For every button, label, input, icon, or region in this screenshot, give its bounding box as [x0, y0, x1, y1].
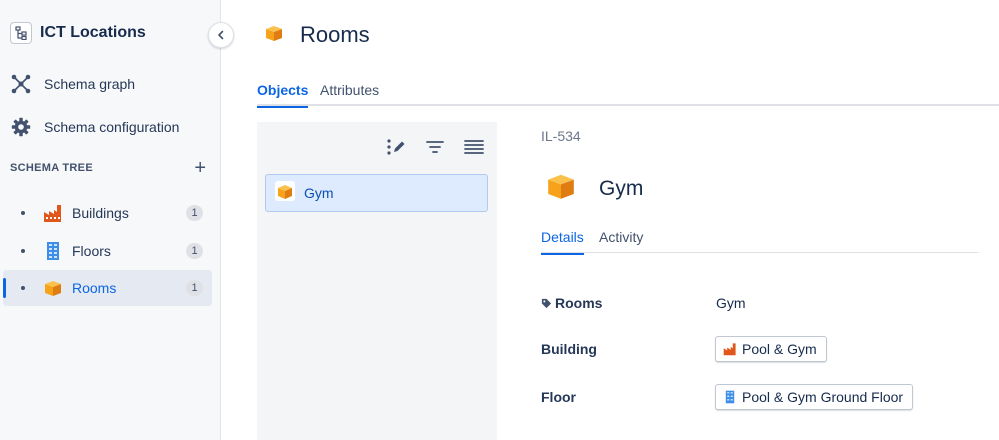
list-item[interactable]: Gym — [265, 174, 488, 212]
nav-label: Schema configuration — [44, 119, 180, 135]
page-title-text: Rooms — [300, 22, 370, 47]
tree-bullet — [21, 249, 25, 253]
nav-schema-configuration[interactable]: Schema configuration — [0, 109, 221, 145]
tab-details[interactable]: Details — [541, 229, 584, 255]
object-name: Gym — [599, 176, 644, 200]
object-list-panel: Gym — [257, 122, 497, 440]
schema-tree-header: SCHEMA TREE + — [10, 158, 206, 178]
attribute-value: Gym — [716, 295, 746, 311]
tab-objects[interactable]: Objects — [257, 82, 309, 108]
object-detail: IL-534 Gym Details Activity Rooms Gym Bu… — [541, 120, 979, 440]
tab-attributes[interactable]: Attributes — [320, 82, 379, 106]
app-root: ICT Locations Schema graph Schema config… — [0, 0, 999, 440]
detail-tabs: Details Activity — [541, 229, 979, 255]
object-header: Gym — [545, 170, 643, 207]
attribute-row-floor: Floor Pool & Gym Ground Floor — [541, 384, 979, 412]
tree-item-buildings[interactable]: Buildings 1 — [3, 195, 212, 231]
box-icon — [42, 277, 64, 299]
nav-schema-graph[interactable]: Schema graph — [0, 66, 221, 102]
main-tabs: Objects Attributes — [257, 82, 999, 108]
chip-label: Pool & Gym — [742, 341, 817, 357]
list-view-button[interactable] — [463, 136, 485, 158]
box-icon — [545, 170, 577, 207]
floor-reference-chip[interactable]: Pool & Gym Ground Floor — [715, 384, 914, 410]
list-view-icon — [464, 140, 484, 154]
tree-item-label: Floors — [72, 243, 111, 259]
attribute-row-rooms: Rooms Gym — [541, 290, 979, 318]
gear-icon — [10, 116, 32, 138]
schema-title: ICT Locations — [40, 24, 146, 41]
attribute-label: Rooms — [541, 295, 602, 311]
factory-icon — [42, 202, 64, 224]
chip-label: Pool & Gym Ground Floor — [742, 389, 904, 405]
building-icon — [42, 240, 64, 262]
count-badge: 1 — [186, 205, 203, 221]
add-object-type-button[interactable]: + — [194, 158, 206, 178]
building-icon — [725, 390, 735, 404]
hierarchy-icon — [10, 22, 32, 44]
tree-item-label: Buildings — [72, 205, 129, 221]
edit-columns-icon — [387, 139, 405, 155]
factory-icon — [723, 343, 736, 356]
sidebar: ICT Locations Schema graph Schema config… — [0, 0, 221, 440]
count-badge: 1 — [186, 280, 203, 296]
active-indicator — [3, 278, 6, 298]
filter-icon — [426, 141, 444, 153]
tab-activity[interactable]: Activity — [599, 229, 643, 253]
count-badge: 1 — [186, 243, 203, 259]
chevron-left-icon — [218, 30, 224, 40]
nav-label: Schema graph — [44, 76, 136, 92]
tree-item-label: Rooms — [72, 280, 117, 296]
box-icon — [275, 180, 295, 206]
tree-bullet — [21, 286, 25, 290]
schema-graph-icon — [10, 73, 32, 95]
label-tag-icon — [541, 298, 552, 308]
tree-item-floors[interactable]: Floors 1 — [3, 233, 212, 269]
list-toolbar — [368, 136, 485, 158]
schema-tree-label: SCHEMA TREE — [10, 162, 93, 174]
attribute-name: Floor — [541, 389, 576, 405]
sidebar-header[interactable]: ICT Locations — [10, 22, 146, 44]
attribute-name: Building — [541, 341, 597, 357]
building-reference-chip[interactable]: Pool & Gym — [715, 336, 827, 362]
object-key: IL-534 — [541, 128, 581, 144]
tree-item-rooms[interactable]: Rooms 1 — [3, 270, 212, 306]
box-icon — [264, 23, 284, 48]
page-title: Rooms — [264, 22, 370, 48]
filter-button[interactable] — [424, 136, 446, 158]
collapse-sidebar-button[interactable] — [208, 22, 234, 48]
list-item-label: Gym — [304, 185, 334, 201]
tree-bullet — [21, 211, 25, 215]
edit-columns-button[interactable] — [385, 136, 407, 158]
attribute-name: Rooms — [555, 295, 603, 311]
attribute-row-building: Building Pool & Gym — [541, 336, 979, 364]
